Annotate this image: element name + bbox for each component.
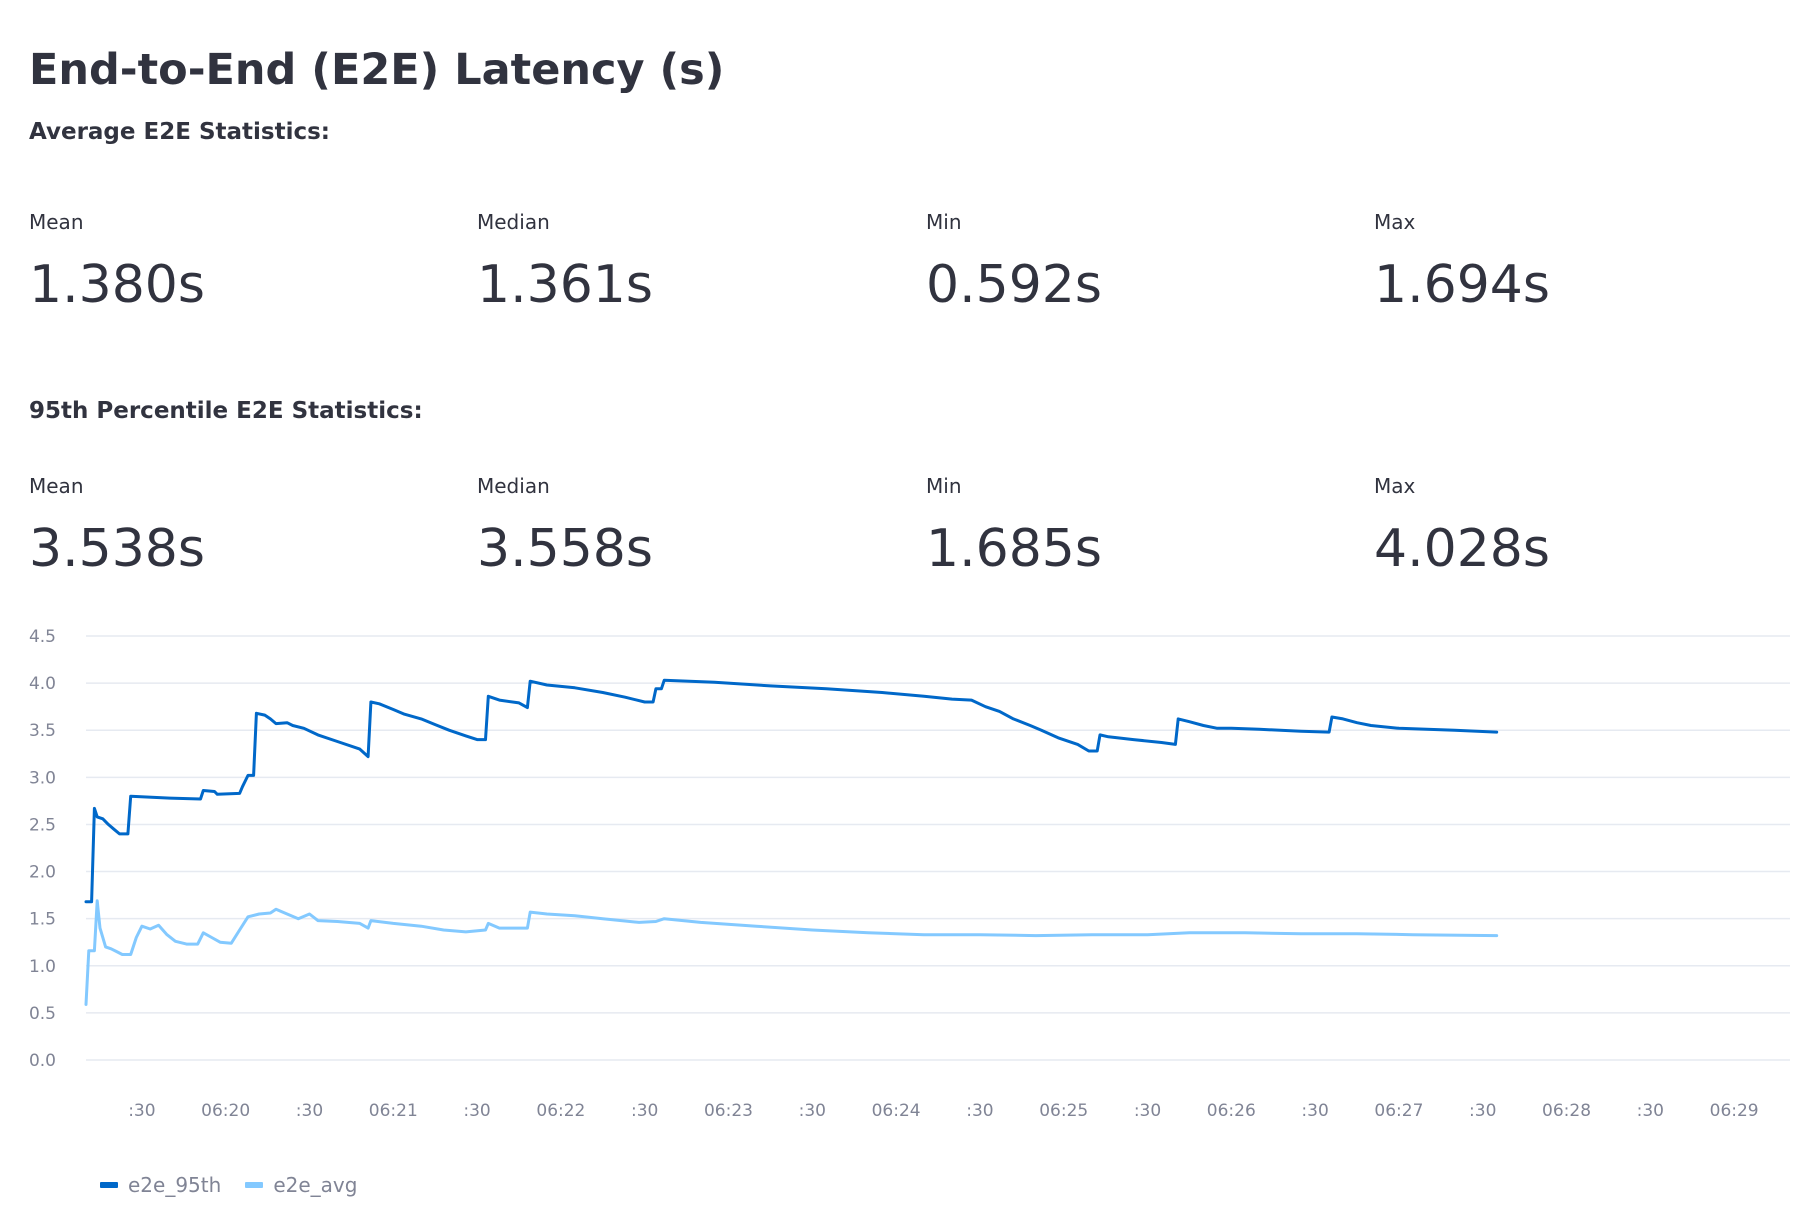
metric-label: Median bbox=[477, 210, 550, 234]
y-tick-label: 2.5 bbox=[29, 815, 56, 835]
p95-min-metric: Min 1.685s bbox=[926, 472, 1366, 602]
legend-swatch-e2e-avg bbox=[245, 1182, 264, 1188]
legend-label-e2e-95th: e2e_95th bbox=[128, 1173, 222, 1197]
legend-item-e2e-95th[interactable]: e2e_95th bbox=[100, 1173, 221, 1197]
x-tick-label: 06:26 bbox=[1207, 1101, 1256, 1121]
y-tick-label: 0.0 bbox=[29, 1051, 56, 1071]
p95-max-metric: Max 4.028s bbox=[1374, 472, 1798, 602]
metric-value: 3.538s bbox=[29, 519, 205, 579]
y-tick-label: 3.0 bbox=[29, 768, 56, 788]
metric-value: 1.361s bbox=[477, 255, 653, 315]
metric-value: 4.028s bbox=[1374, 519, 1550, 579]
x-tick-label: :30 bbox=[1301, 1101, 1328, 1121]
legend-label-e2e-avg: e2e_avg bbox=[273, 1173, 358, 1197]
avg-mean-metric: Mean 1.380s bbox=[29, 208, 469, 338]
avg-max-metric: Max 1.694s bbox=[1374, 208, 1798, 338]
chart-legend[interactable]: e2e_95th e2e_avg bbox=[100, 1170, 381, 1200]
metric-value: 1.380s bbox=[29, 255, 205, 315]
grid-lines bbox=[86, 635, 1790, 1061]
metric-label: Min bbox=[926, 474, 962, 498]
x-tick-label: 06:24 bbox=[872, 1101, 921, 1121]
y-tick-label: 4.5 bbox=[29, 627, 56, 647]
page-title: End-to-End (E2E) Latency (s) bbox=[29, 45, 725, 95]
metric-label: Max bbox=[1374, 210, 1416, 234]
p95-median-metric: Median 3.558s bbox=[477, 472, 917, 602]
x-tick-label: 06:23 bbox=[704, 1101, 753, 1121]
x-tick-label: :30 bbox=[1134, 1101, 1161, 1121]
y-tick-label: 2.0 bbox=[29, 863, 56, 883]
y-tick-label: 3.5 bbox=[29, 721, 56, 741]
avg-min-metric: Min 0.592s bbox=[926, 208, 1366, 338]
p95-metrics-row: Mean 3.538s Median 3.558s Min 1.685s Max… bbox=[29, 472, 1779, 602]
avg-median-metric: Median 1.361s bbox=[477, 208, 917, 338]
x-tick-label: 06:28 bbox=[1542, 1101, 1591, 1121]
average-metrics-row: Mean 1.380s Median 1.361s Min 0.592s Max… bbox=[29, 208, 1779, 338]
y-tick-label: 4.0 bbox=[29, 674, 56, 694]
x-tick-label: 06:27 bbox=[1374, 1101, 1423, 1121]
metric-label: Min bbox=[926, 210, 962, 234]
x-tick-label: :30 bbox=[1469, 1101, 1496, 1121]
metric-label: Median bbox=[477, 474, 550, 498]
y-tick-label: 1.5 bbox=[29, 910, 56, 930]
metric-label: Max bbox=[1374, 474, 1416, 498]
metric-value: 1.694s bbox=[1374, 255, 1550, 315]
series-line-e2e-avg[interactable] bbox=[84, 899, 1499, 1006]
series-lines[interactable] bbox=[84, 678, 1499, 1006]
x-tick-label: :30 bbox=[128, 1101, 155, 1121]
x-tick-label: :30 bbox=[463, 1101, 490, 1121]
metric-value: 0.592s bbox=[926, 255, 1102, 315]
legend-item-e2e-avg[interactable]: e2e_avg bbox=[245, 1173, 357, 1197]
latency-line-chart[interactable]: 0.0 0.5 1.0 1.5 2.0 2.5 3.0 3.5 4.0 4.5 :30 06:20:… bbox=[0, 600, 1798, 1140]
x-tick-label: :30 bbox=[799, 1101, 826, 1121]
x-axis-ticks: :30 06:20 :30 06:21 :30 06:22 :30 06:23 :30 06:24… bbox=[128, 1101, 1758, 1121]
p95-mean-metric: Mean 3.538s bbox=[29, 472, 469, 602]
x-tick-label: 06:25 bbox=[1039, 1101, 1088, 1121]
x-tick-label: 06:20 bbox=[201, 1101, 250, 1121]
metric-label: Mean bbox=[29, 474, 84, 498]
series-line-e2e-95th[interactable] bbox=[84, 678, 1499, 904]
x-tick-label: 06:22 bbox=[536, 1101, 585, 1121]
metric-label: Mean bbox=[29, 210, 84, 234]
legend-swatch-e2e-95th bbox=[100, 1182, 118, 1188]
x-tick-label: :30 bbox=[966, 1101, 993, 1121]
x-tick-label: 06:29 bbox=[1710, 1101, 1759, 1121]
metric-value: 3.558s bbox=[477, 519, 653, 579]
x-tick-label: 06:21 bbox=[369, 1101, 418, 1121]
y-axis-ticks: 0.0 0.5 1.0 1.5 2.0 2.5 3.0 3.5 4.0 4.5 bbox=[29, 627, 56, 1071]
x-tick-label: :30 bbox=[296, 1101, 323, 1121]
average-stats-heading: Average E2E Statistics: bbox=[29, 119, 330, 145]
metric-value: 1.685s bbox=[926, 519, 1102, 579]
x-tick-label: :30 bbox=[1637, 1101, 1664, 1121]
x-tick-label: :30 bbox=[631, 1101, 658, 1121]
p95-stats-heading: 95th Percentile E2E Statistics: bbox=[29, 398, 423, 424]
y-tick-label: 0.5 bbox=[29, 1004, 56, 1024]
y-tick-label: 1.0 bbox=[29, 957, 56, 977]
